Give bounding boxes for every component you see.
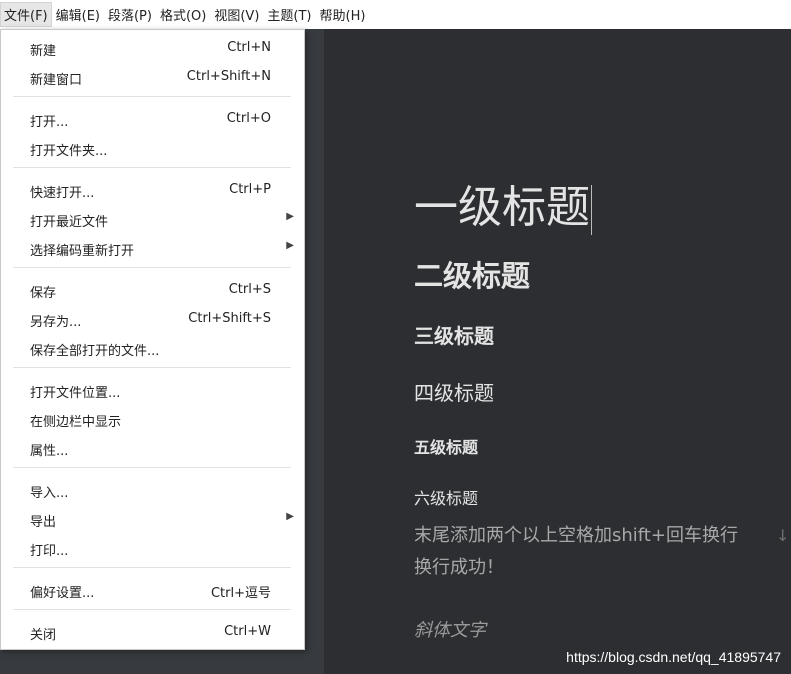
menu-item-label: 关闭 [30, 628, 57, 643]
shortcut-label: Ctrl+Shift+S [188, 311, 271, 326]
shortcut-label: Ctrl+W [224, 624, 271, 639]
file-menu-dropdown: 新建 Ctrl+N 新建窗口 Ctrl+Shift+N 打开... Ctrl+O 打开… [0, 29, 305, 650]
menu-item-label: 导入... [30, 486, 69, 501]
menu-item-label: 快速打开... [30, 186, 95, 201]
paragraph[interactable]: 末尾添加两个以上空格加shift+回车换行 换行成功！ [414, 520, 774, 584]
menu-item-label: 保存全部打开的文件... [30, 344, 160, 359]
watermark-url: https://blog.csdn.net/qq_41895747 [566, 649, 781, 665]
menu-item-open-folder[interactable]: 打开文件夹... [1, 133, 304, 161]
menu-item-save-all[interactable]: 保存全部打开的文件... [1, 333, 304, 361]
heading-3[interactable]: 三级标题 [414, 320, 494, 349]
heading-1[interactable]: 一级标题 [414, 171, 592, 235]
paragraph-line-2: 换行成功！ [414, 557, 504, 578]
menu-paragraph[interactable]: 段落(P) [104, 2, 156, 27]
menu-item-save-as[interactable]: 另存为... Ctrl+Shift+S [1, 304, 304, 332]
menu-item-reveal-in-sidebar[interactable]: 在侧边栏中显示 [1, 404, 304, 432]
menu-item-label: 打开... [30, 115, 69, 130]
submenu-arrow-icon: ▶ [286, 511, 294, 522]
menu-bar: 文件(F) 编辑(E) 段落(P) 格式(O) 视图(V) 主题(T) 帮助(H… [0, 0, 791, 29]
arrow-down-icon: ↓ [776, 526, 790, 545]
shortcut-label: Ctrl+S [228, 282, 271, 297]
menu-item-label: 选择编码重新打开 [30, 244, 135, 259]
heading-6[interactable]: 六级标题 [414, 485, 478, 509]
menu-item-quick-open[interactable]: 快速打开... Ctrl+P [1, 175, 304, 203]
menu-item-export[interactable]: 导出 ▶ [1, 504, 304, 532]
menu-item-open[interactable]: 打开... Ctrl+O [1, 104, 304, 132]
menu-separator [13, 609, 291, 610]
menu-help[interactable]: 帮助(H) [316, 2, 370, 27]
submenu-arrow-icon: ▶ [286, 240, 294, 251]
shortcut-label: Ctrl+N [227, 40, 271, 55]
menu-item-label: 新建窗口 [30, 73, 83, 88]
menu-item-label: 属性... [30, 444, 69, 459]
menu-theme[interactable]: 主题(T) [263, 2, 315, 27]
heading-5[interactable]: 五级标题 [414, 434, 478, 458]
menu-item-label: 打开文件位置... [30, 386, 121, 401]
menu-item-close[interactable]: 关闭 Ctrl+W [1, 617, 304, 645]
menu-item-label: 偏好设置... [30, 586, 95, 601]
menu-separator [13, 96, 291, 97]
menu-edit[interactable]: 编辑(E) [52, 2, 104, 27]
submenu-arrow-icon: ▶ [286, 211, 294, 222]
menu-item-label: 导出 [30, 515, 57, 530]
shortcut-label: Ctrl+O [226, 111, 271, 126]
menu-item-label: 打印... [30, 544, 69, 559]
menu-item-reopen-with-encoding[interactable]: 选择编码重新打开 ▶ [1, 233, 304, 261]
text-caret [591, 185, 592, 235]
menu-item-open-recent[interactable]: 打开最近文件 ▶ [1, 204, 304, 232]
italic-text[interactable]: 斜体文字 [414, 616, 486, 642]
menu-separator [13, 267, 291, 268]
menu-item-preferences[interactable]: 偏好设置... Ctrl+逗号 [1, 575, 304, 603]
shortcut-label: Ctrl+Shift+N [186, 69, 271, 84]
menu-separator [13, 567, 291, 568]
menu-item-label: 新建 [30, 44, 57, 59]
menu-separator [13, 467, 291, 468]
menu-separator [13, 367, 291, 368]
menu-item-label: 另存为... [30, 315, 82, 330]
editor-area[interactable]: 一级标题 二级标题 三级标题 四级标题 五级标题 六级标题 末尾添加两个以上空格… [324, 29, 791, 674]
menu-item-label: 保存 [30, 286, 57, 301]
menu-separator [13, 167, 291, 168]
menu-item-import[interactable]: 导入... [1, 475, 304, 503]
menu-item-save[interactable]: 保存 Ctrl+S [1, 275, 304, 303]
paragraph-line-1: 末尾添加两个以上空格加shift+回车换行 [414, 525, 738, 546]
menu-item-new[interactable]: 新建 Ctrl+N [1, 33, 304, 61]
menu-format[interactable]: 格式(O) [156, 2, 210, 27]
menu-item-properties[interactable]: 属性... [1, 433, 304, 461]
menu-view[interactable]: 视图(V) [210, 2, 263, 27]
menu-item-new-window[interactable]: 新建窗口 Ctrl+Shift+N [1, 62, 304, 90]
menu-file[interactable]: 文件(F) [0, 2, 52, 27]
shortcut-label: Ctrl+逗号 [210, 586, 271, 601]
menu-item-print[interactable]: 打印... [1, 533, 304, 561]
menu-item-open-file-location[interactable]: 打开文件位置... [1, 375, 304, 403]
shortcut-label: Ctrl+P [229, 182, 271, 197]
menu-item-label: 在侧边栏中显示 [30, 415, 122, 430]
menu-item-label: 打开最近文件 [30, 215, 109, 230]
menu-item-label: 打开文件夹... [30, 144, 108, 159]
heading-4[interactable]: 四级标题 [414, 377, 494, 406]
heading-2[interactable]: 二级标题 [414, 253, 530, 295]
